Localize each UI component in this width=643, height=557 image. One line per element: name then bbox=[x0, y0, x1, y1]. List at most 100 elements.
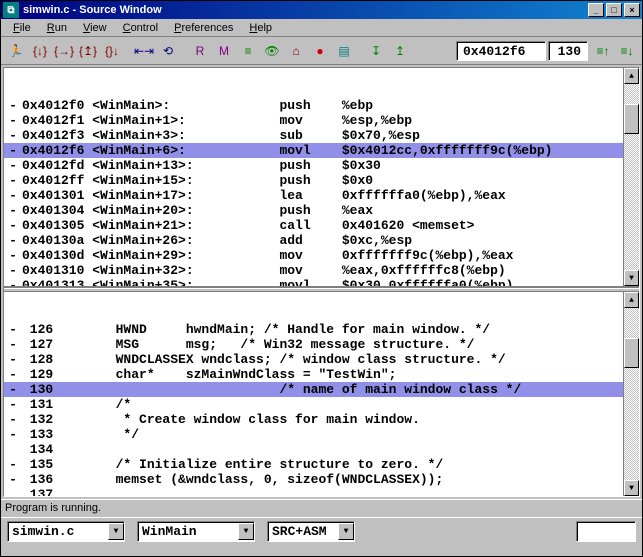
src-up-icon[interactable]: ≡↑ bbox=[592, 40, 614, 62]
downstack-icon[interactable]: ↧ bbox=[365, 40, 387, 62]
asm-row[interactable]: -0x4012f1 <WinMain+1>: mov %esp,%ebp bbox=[4, 113, 639, 128]
close-button[interactable]: × bbox=[624, 3, 640, 17]
empty-field[interactable] bbox=[576, 521, 636, 542]
source-row[interactable]: - 127 MSG msg; /* Win32 message structur… bbox=[4, 337, 639, 352]
menu-run[interactable]: Run bbox=[39, 21, 75, 35]
source-text: 133 */ bbox=[22, 427, 639, 442]
continue-icon[interactable]: {}↓ bbox=[101, 40, 123, 62]
scroll-up-icon[interactable]: ▲ bbox=[624, 68, 639, 84]
breakpoint-gutter[interactable]: - bbox=[4, 248, 22, 263]
breakpoint-gutter[interactable]: - bbox=[4, 233, 22, 248]
src-down-icon[interactable]: ≡↓ bbox=[616, 40, 638, 62]
breakpoint-gutter[interactable]: - bbox=[4, 382, 22, 397]
source-row[interactable]: - 133 */ bbox=[4, 427, 639, 442]
source-row[interactable]: - 132 * Create window class for main win… bbox=[4, 412, 639, 427]
scroll-thumb[interactable] bbox=[624, 338, 639, 368]
scroll-down-icon[interactable]: ▼ bbox=[624, 270, 639, 286]
asm-scrollbar[interactable]: ▲ ▼ bbox=[623, 68, 639, 286]
source-row[interactable]: - 131 /* bbox=[4, 397, 639, 412]
chevron-down-icon[interactable]: ▼ bbox=[238, 523, 254, 540]
breakpoint-gutter[interactable]: - bbox=[4, 263, 22, 278]
scroll-down-icon[interactable]: ▼ bbox=[624, 480, 639, 496]
breakpoint-gutter[interactable]: - bbox=[4, 113, 22, 128]
source-row[interactable]: - 126 HWND hwndMain; /* Handle for main … bbox=[4, 322, 639, 337]
menu-control[interactable]: Control bbox=[115, 21, 166, 35]
chevron-down-icon[interactable]: ▼ bbox=[338, 523, 354, 540]
breakpoint-gutter[interactable]: - bbox=[4, 337, 22, 352]
asm-row[interactable]: -0x401310 <WinMain+32>: mov %eax,0xfffff… bbox=[4, 263, 639, 278]
asm-row[interactable]: -0x4012fd <WinMain+13>: push $0x30 bbox=[4, 158, 639, 173]
menu-help[interactable]: Help bbox=[241, 21, 280, 35]
run-icon[interactable]: 🏃 bbox=[5, 40, 27, 62]
asm-row[interactable]: -0x4012ff <WinMain+15>: push $0x0 bbox=[4, 173, 639, 188]
breakpoint-gutter[interactable]: - bbox=[4, 203, 22, 218]
finish-icon[interactable]: {↥} bbox=[77, 40, 99, 62]
source-row[interactable]: 137 bbox=[4, 487, 639, 496]
step-icon[interactable]: {↓} bbox=[29, 40, 51, 62]
breakpoint-gutter[interactable]: - bbox=[4, 427, 22, 442]
toolbar: 🏃{↓}{→}{↥}{}↓ ⇤⇥⟲ RM≡👁⌂●▤ ↧↥ 0x4012f6 130 ≡↑… bbox=[1, 37, 642, 65]
asm-row[interactable]: -0x4012f3 <WinMain+3>: sub $0x70,%esp bbox=[4, 128, 639, 143]
breakpoint-gutter[interactable]: - bbox=[4, 322, 22, 337]
upstack-icon[interactable]: ↥ bbox=[389, 40, 411, 62]
address-display[interactable]: 0x4012f6 bbox=[456, 41, 546, 61]
source-pane[interactable]: - 126 HWND hwndMain; /* Handle for main … bbox=[4, 292, 639, 496]
breakpoints-icon[interactable]: ● bbox=[309, 40, 331, 62]
maximize-button[interactable]: □ bbox=[606, 3, 622, 17]
breakpoint-gutter[interactable]: - bbox=[4, 412, 22, 427]
minimize-button[interactable]: _ bbox=[588, 3, 604, 17]
line-display[interactable]: 130 bbox=[548, 41, 588, 61]
memory-icon[interactable]: M bbox=[213, 40, 235, 62]
source-row[interactable]: - 129 char* szMainWndClass = "TestWin"; bbox=[4, 367, 639, 382]
breakpoint-gutter[interactable]: - bbox=[4, 397, 22, 412]
source-row[interactable]: - 135 /* Initialize entire structure to … bbox=[4, 457, 639, 472]
breakpoint-gutter[interactable]: - bbox=[4, 472, 22, 487]
asm-row[interactable]: -0x40130a <WinMain+26>: add $0xc,%esp bbox=[4, 233, 639, 248]
source-row[interactable]: - 130 /* name of main window class */ bbox=[4, 382, 639, 397]
file-selector[interactable]: simwin.c ▼ bbox=[7, 521, 125, 542]
mode-selector[interactable]: SRC+ASM ▼ bbox=[267, 521, 355, 542]
stepi-icon[interactable]: ⇤⇥ bbox=[133, 40, 155, 62]
asm-row[interactable]: -0x4012f0 <WinMain>: push %ebp bbox=[4, 98, 639, 113]
breakpoint-gutter[interactable]: - bbox=[4, 457, 22, 472]
source-row[interactable]: - 128 WNDCLASSEX wndclass; /* window cla… bbox=[4, 352, 639, 367]
function-selector[interactable]: WinMain ▼ bbox=[137, 521, 255, 542]
scroll-thumb[interactable] bbox=[624, 104, 639, 134]
scroll-up-icon[interactable]: ▲ bbox=[624, 292, 639, 308]
breakpoint-gutter[interactable]: - bbox=[4, 367, 22, 382]
console-icon[interactable]: ▤ bbox=[333, 40, 355, 62]
menu-file[interactable]: File bbox=[5, 21, 39, 35]
source-text: 128 WNDCLASSEX wndclass; /* window class… bbox=[22, 352, 639, 367]
asm-row[interactable]: -0x401301 <WinMain+17>: lea 0xffffffa0(%… bbox=[4, 188, 639, 203]
registers-icon[interactable]: R bbox=[189, 40, 211, 62]
asm-pane[interactable]: -0x4012f0 <WinMain>: push %ebp-0x4012f1 … bbox=[4, 68, 639, 288]
asm-text: 0x4012f3 <WinMain+3>: sub $0x70,%esp bbox=[22, 128, 639, 143]
breakpoint-gutter[interactable] bbox=[4, 442, 22, 457]
breakpoint-gutter[interactable]: - bbox=[4, 158, 22, 173]
breakpoint-gutter[interactable]: - bbox=[4, 278, 22, 288]
asm-row[interactable]: -0x401305 <WinMain+21>: call 0x401620 <m… bbox=[4, 218, 639, 233]
asm-row[interactable]: -0x401313 <WinMain+35>: movl $0x30,0xfff… bbox=[4, 278, 639, 288]
watch-icon[interactable]: 👁 bbox=[261, 40, 283, 62]
nexti-icon[interactable]: ⟲ bbox=[157, 40, 179, 62]
breakpoint-gutter[interactable]: - bbox=[4, 98, 22, 113]
menu-view[interactable]: View bbox=[75, 21, 115, 35]
breakpoint-gutter[interactable]: - bbox=[4, 188, 22, 203]
chevron-down-icon[interactable]: ▼ bbox=[108, 523, 124, 540]
src-scrollbar[interactable]: ▲ ▼ bbox=[623, 292, 639, 496]
breakpoint-gutter[interactable]: - bbox=[4, 173, 22, 188]
breakpoint-gutter[interactable]: - bbox=[4, 352, 22, 367]
source-row[interactable]: 134 bbox=[4, 442, 639, 457]
breakpoint-gutter[interactable]: - bbox=[4, 128, 22, 143]
next-icon[interactable]: {→} bbox=[53, 40, 75, 62]
asm-row[interactable]: -0x4012f6 <WinMain+6>: movl $0x4012cc,0x… bbox=[4, 143, 639, 158]
breakpoint-gutter[interactable] bbox=[4, 487, 22, 496]
stack-icon[interactable]: ≡ bbox=[237, 40, 259, 62]
asm-row[interactable]: -0x40130d <WinMain+29>: mov 0xfffffff9c(… bbox=[4, 248, 639, 263]
breakpoint-gutter[interactable]: - bbox=[4, 218, 22, 233]
locals-icon[interactable]: ⌂ bbox=[285, 40, 307, 62]
source-row[interactable]: - 136 memset (&wndclass, 0, sizeof(WNDCL… bbox=[4, 472, 639, 487]
asm-row[interactable]: -0x401304 <WinMain+20>: push %eax bbox=[4, 203, 639, 218]
menu-preferences[interactable]: Preferences bbox=[166, 21, 241, 35]
breakpoint-gutter[interactable]: - bbox=[4, 143, 22, 158]
